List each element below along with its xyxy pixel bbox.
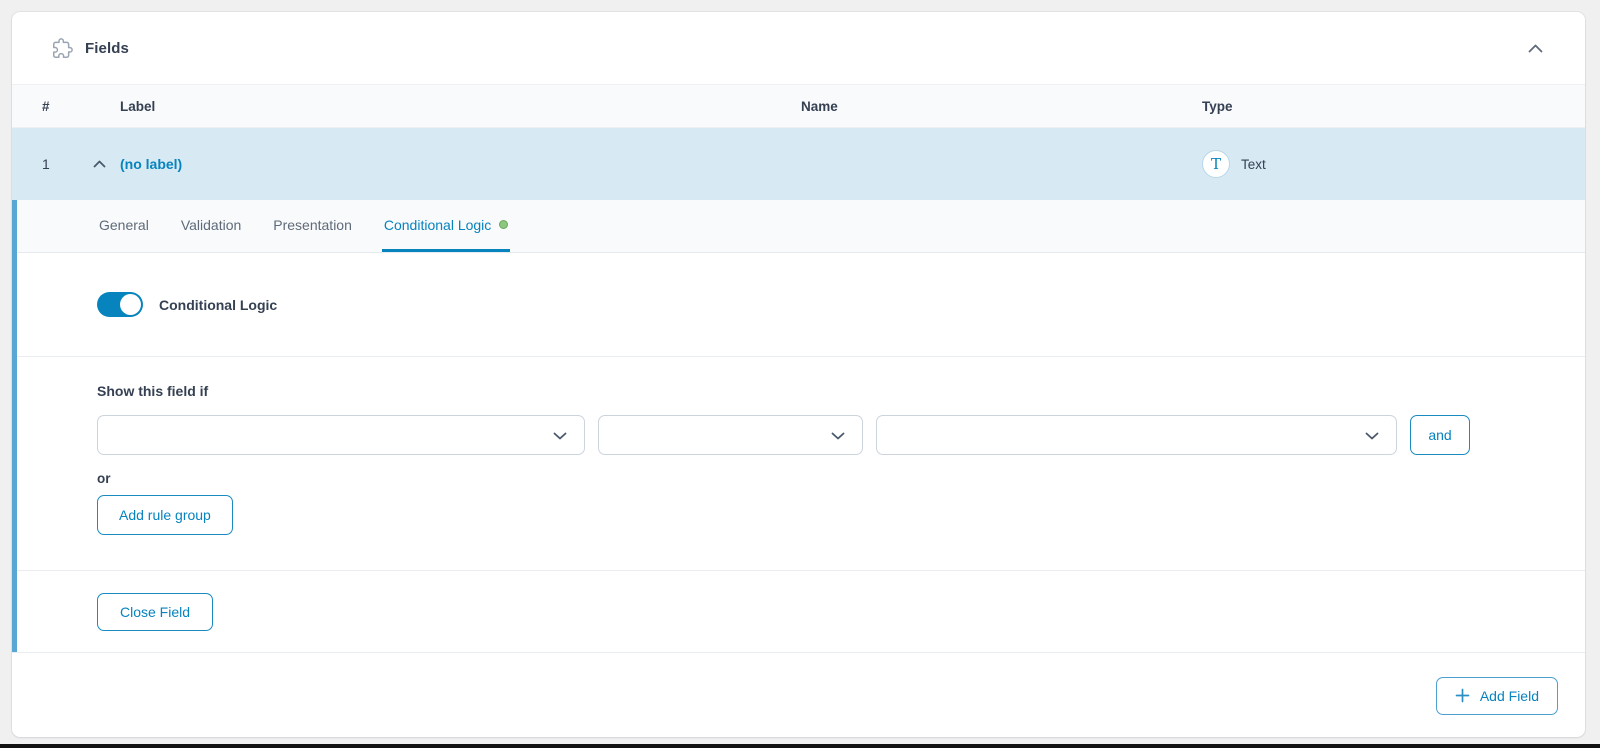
column-header-number: #: [12, 99, 78, 114]
field-row-number: 1: [12, 156, 78, 172]
table-header-row: # Label Name Type: [12, 85, 1585, 128]
field-settings-tabs: General Validation Presentation Conditio…: [17, 200, 1585, 253]
column-header-name: Name: [801, 99, 1202, 114]
tab-presentation[interactable]: Presentation: [271, 200, 354, 252]
conditional-logic-toggle-row: Conditional Logic: [17, 253, 1585, 357]
toggle-knob: [120, 294, 141, 315]
add-field-button-label: Add Field: [1480, 688, 1539, 704]
column-header-type: Type: [1202, 99, 1585, 114]
page-background: Fields # Label Name Type 1: [0, 0, 1600, 748]
tab-validation[interactable]: Validation: [179, 200, 243, 252]
tab-general[interactable]: General: [97, 200, 151, 252]
viewport-bottom-edge: [0, 744, 1600, 748]
conditional-logic-toggle-label: Conditional Logic: [159, 297, 277, 313]
field-collapse-button[interactable]: [93, 160, 106, 168]
tab-validation-label: Validation: [181, 217, 241, 233]
plus-icon: [1455, 688, 1470, 703]
table-row: 1 (no label) T Text: [12, 128, 1585, 200]
or-label: or: [97, 471, 1585, 487]
chevron-down-icon: [831, 432, 845, 440]
rule-group-label: Show this field if: [97, 383, 1585, 401]
panel-collapse-button[interactable]: [1521, 34, 1549, 62]
chevron-down-icon: [1365, 432, 1379, 440]
rule-operator-select[interactable]: [598, 415, 863, 455]
panel-title: Fields: [85, 40, 129, 57]
chevron-down-icon: [553, 432, 567, 440]
field-settings-container: General Validation Presentation Conditio…: [12, 200, 1585, 652]
field-type-label: Text: [1241, 157, 1266, 172]
column-header-label: Label: [120, 99, 801, 114]
conditional-logic-rules: Show this field if and: [17, 357, 1585, 571]
text-type-icon: T: [1202, 150, 1230, 178]
close-field-button[interactable]: Close Field: [97, 593, 213, 631]
field-label-link[interactable]: (no label): [120, 156, 182, 172]
rule-field-select[interactable]: [97, 415, 585, 455]
panel-header: Fields: [12, 12, 1585, 85]
tab-general-label: General: [99, 217, 149, 233]
add-field-button[interactable]: Add Field: [1436, 677, 1558, 715]
puzzle-icon: [52, 38, 73, 59]
rule-row: and: [97, 415, 1585, 455]
field-type-cell: T Text: [1202, 150, 1585, 178]
tab-presentation-label: Presentation: [273, 217, 352, 233]
chevron-up-icon: [93, 160, 106, 168]
add-rule-group-button[interactable]: Add rule group: [97, 495, 233, 535]
chevron-up-icon: [1528, 44, 1543, 53]
conditional-logic-toggle[interactable]: [97, 292, 143, 317]
conditional-logic-active-indicator: [499, 220, 508, 229]
add-and-rule-button[interactable]: and: [1410, 415, 1470, 455]
fields-panel: Fields # Label Name Type 1: [12, 12, 1585, 737]
tab-conditional-logic[interactable]: Conditional Logic: [382, 200, 510, 252]
rule-value-select[interactable]: [876, 415, 1397, 455]
panel-footer: Add Field: [12, 652, 1585, 737]
close-field-row: Close Field: [17, 571, 1585, 652]
tab-conditional-logic-label: Conditional Logic: [384, 217, 491, 233]
